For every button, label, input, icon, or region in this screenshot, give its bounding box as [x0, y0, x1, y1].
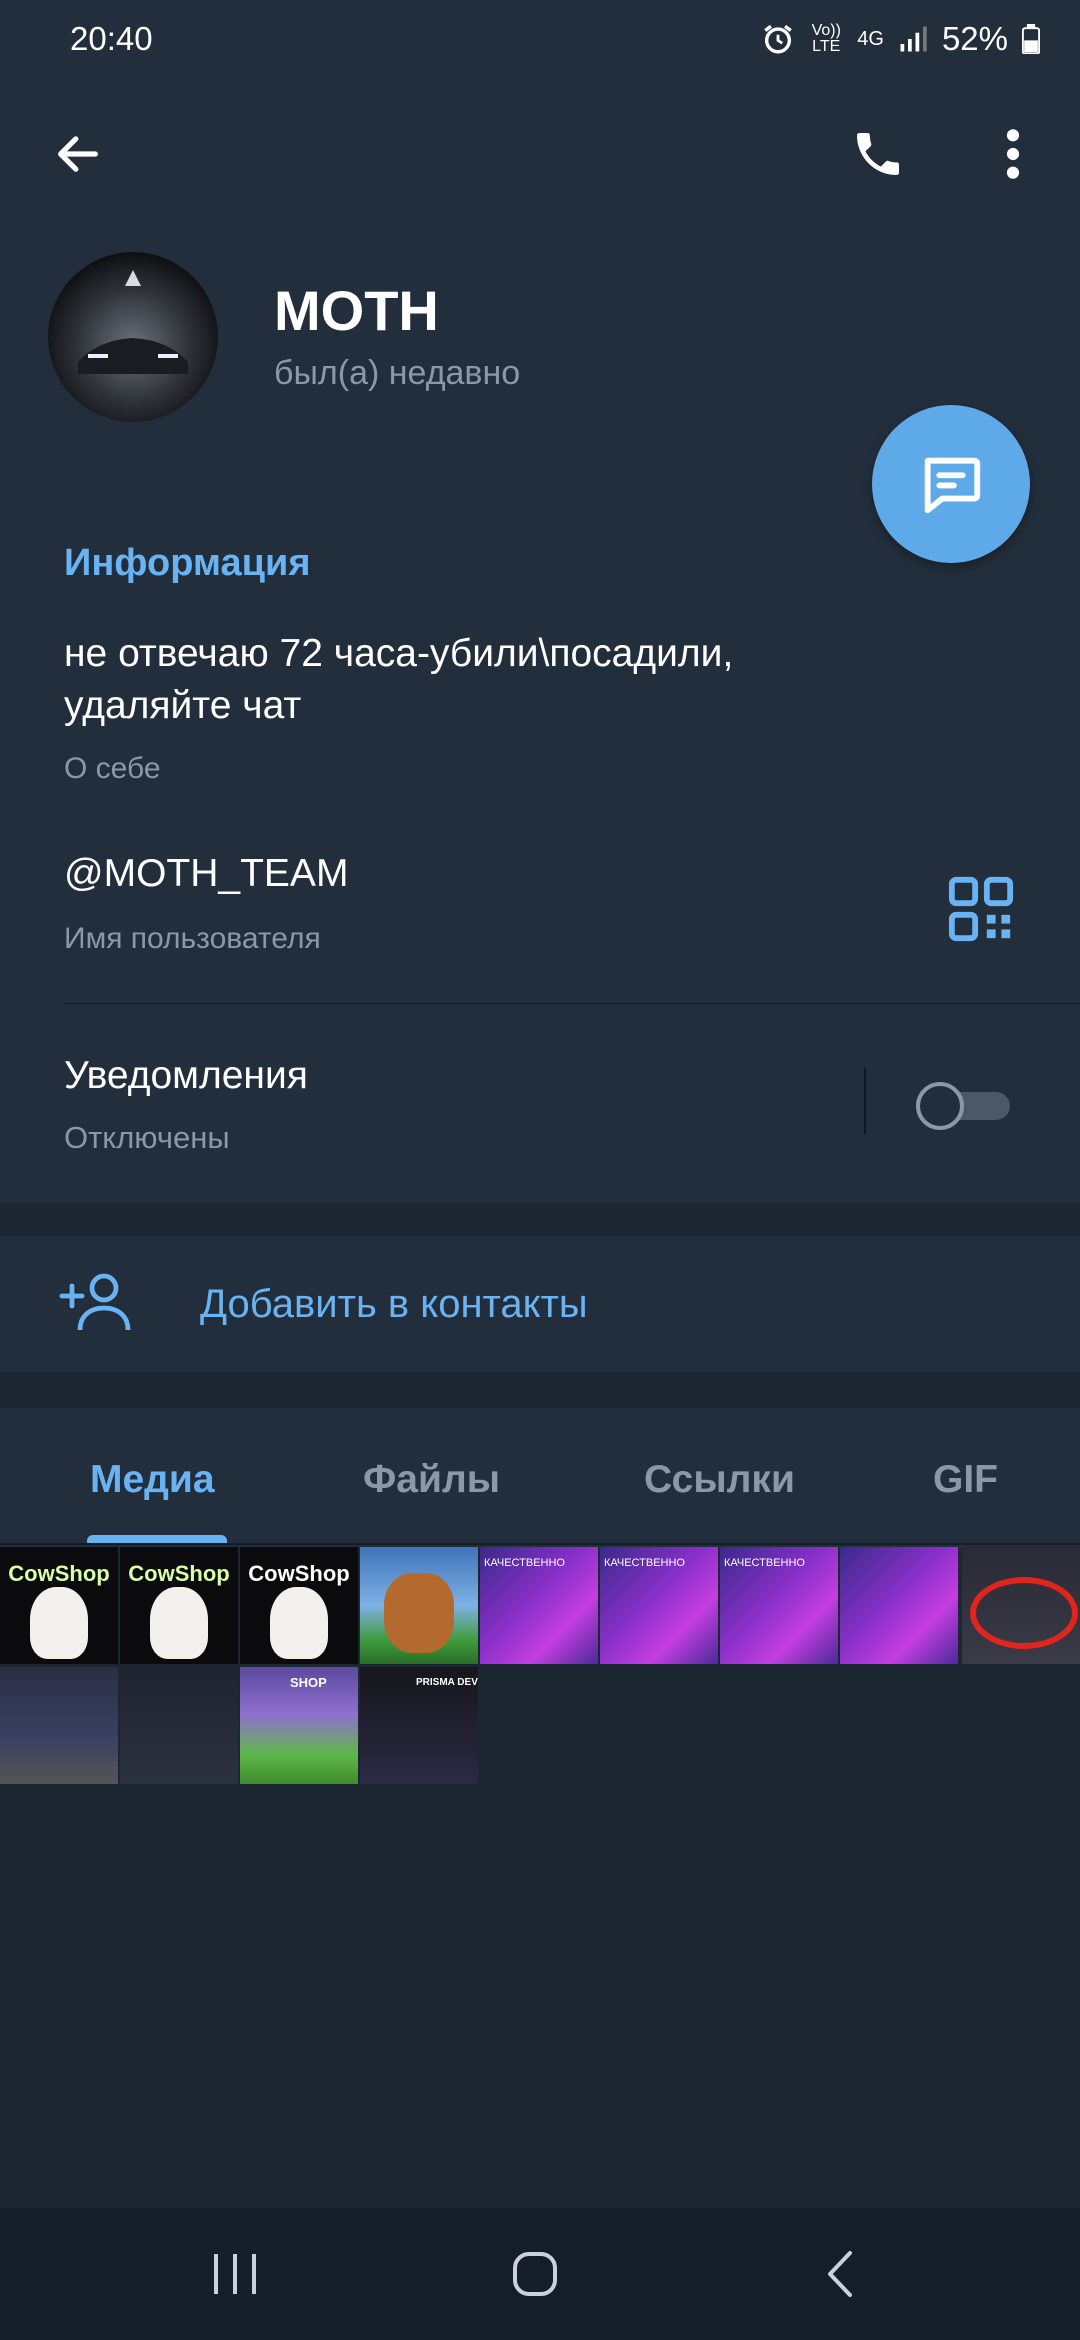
contact-name: MOTH — [274, 279, 439, 342]
media-thumbnail[interactable]: SHOP — [240, 1667, 358, 1784]
thumb-caption: CowShop — [128, 1561, 230, 1586]
thumb-caption: КАЧЕСТВЕННО — [724, 1557, 805, 1569]
back-chevron-icon — [828, 2251, 852, 2297]
media-thumbnail[interactable]: CowShop — [240, 1547, 358, 1664]
battery-icon — [1022, 24, 1040, 54]
tab-gif[interactable]: GIF — [933, 1458, 998, 1502]
signal-icon — [900, 26, 927, 52]
media-thumbnail[interactable]: CowShop — [120, 1547, 238, 1664]
media-thumbnail[interactable]: КАЧЕСТВЕННО — [720, 1547, 838, 1664]
message-icon — [924, 457, 981, 514]
active-tab-indicator — [87, 1535, 227, 1543]
toggle-separator — [864, 1068, 866, 1134]
notifications-status: Отключены — [64, 1120, 230, 1155]
divider — [64, 1003, 1080, 1004]
send-message-button[interactable] — [872, 405, 1030, 563]
more-options-button[interactable] — [990, 116, 1036, 192]
home-icon — [513, 2252, 557, 2296]
nav-back-button[interactable] — [785, 2238, 895, 2310]
add-user-icon — [58, 1270, 132, 1334]
qr-code-icon — [948, 876, 1014, 942]
notifications-title[interactable]: Уведомления — [64, 1054, 308, 1098]
bio-text: не отвечаю 72 часа-убили\посадили, удаля… — [64, 632, 734, 727]
media-thumbnail[interactable]: КАЧЕСТВЕННО — [600, 1547, 718, 1664]
media-thumbnail[interactable] — [0, 1667, 118, 1784]
thumb-caption: КАЧЕСТВЕННО — [484, 1557, 565, 1569]
tab-files[interactable]: Файлы — [363, 1458, 500, 1502]
media-thumbnail[interactable]: PRISMA DEV — [360, 1667, 478, 1784]
notifications-toggle[interactable] — [914, 1080, 1012, 1130]
call-button[interactable] — [838, 116, 918, 192]
username-label: Имя пользователя — [64, 922, 321, 955]
add-contact-label[interactable]: Добавить в контакты — [200, 1282, 588, 1327]
media-thumbnail[interactable]: КАЧЕСТВЕННО — [480, 1547, 598, 1664]
battery-level: 52% — [941, 20, 1008, 57]
thumb-caption: CowShop — [248, 1561, 350, 1586]
arrow-left-icon — [58, 136, 98, 172]
media-thumbnail[interactable] — [120, 1667, 238, 1784]
media-thumbnail[interactable] — [360, 1547, 478, 1664]
media-thumbnail[interactable] — [962, 1547, 1080, 1664]
alarm-icon — [764, 24, 793, 54]
network-indicator: 4G — [857, 28, 884, 50]
phone-icon — [857, 133, 899, 175]
media-thumbnail[interactable] — [840, 1547, 958, 1664]
qr-code-button[interactable] — [946, 874, 1016, 944]
avatar[interactable] — [48, 252, 218, 422]
more-vertical-icon — [1006, 129, 1020, 179]
status-time: 20:40 — [70, 20, 153, 57]
avatar-image — [78, 270, 188, 374]
thumb-caption: SHOP — [290, 1675, 327, 1690]
recents-icon — [214, 2254, 256, 2294]
toggle-off-icon — [916, 1082, 1010, 1130]
nav-recents-button[interactable] — [180, 2238, 290, 2310]
thumb-caption: PRISMA DEV — [416, 1677, 478, 1688]
status-indicators: Vo)) LTE 4G 52% — [761, 20, 1040, 58]
thumb-caption: CowShop — [8, 1561, 110, 1586]
info-section-title: Информация — [64, 542, 311, 584]
divider — [0, 1543, 1080, 1545]
media-thumbnail[interactable]: CowShop — [0, 1547, 118, 1664]
username[interactable]: @MOTH_TEAM — [64, 852, 348, 896]
bio-label: О себе — [64, 752, 161, 785]
tab-links[interactable]: Ссылки — [644, 1458, 795, 1502]
tab-media[interactable]: Медиа — [90, 1458, 215, 1502]
back-button[interactable] — [40, 116, 116, 192]
contact-last-seen: был(а) недавно — [274, 354, 521, 392]
nav-home-button[interactable] — [480, 2238, 590, 2310]
volte-indicator: Vo)) LTE — [811, 22, 841, 55]
thumb-caption: КАЧЕСТВЕННО — [604, 1557, 685, 1569]
